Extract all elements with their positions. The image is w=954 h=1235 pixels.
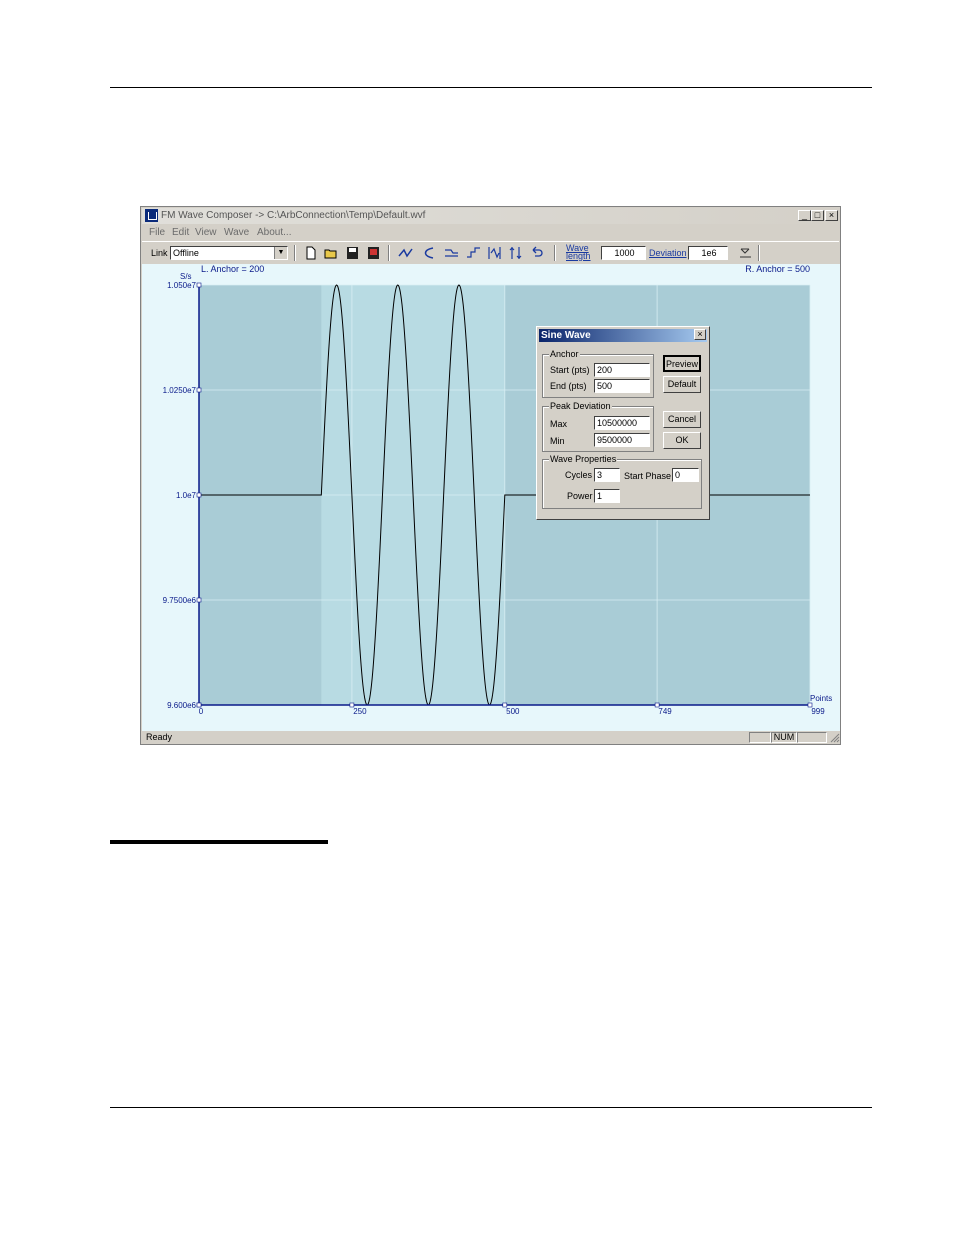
y-tick-label: 1.050e7 xyxy=(167,281,196,290)
x-tick-label: 0 xyxy=(199,707,204,716)
toolbar-separator xyxy=(388,245,390,261)
menu-bar: File Edit View Wave About... xyxy=(142,225,839,241)
wave-properties-label: Wave Properties xyxy=(549,454,618,464)
peak-deviation-group: Peak Deviation Max 10500000 Min 9500000 xyxy=(542,401,654,452)
num-indicator: NUM xyxy=(771,732,797,743)
chevron-down-icon[interactable]: ▼ xyxy=(274,247,287,259)
status-bar: Ready NUM xyxy=(142,731,840,744)
x-tick-label: 999 xyxy=(811,707,825,716)
power-label: Power xyxy=(567,491,593,501)
y-tick-label: 1.0250e7 xyxy=(163,386,197,395)
start-label: Start (pts) xyxy=(550,365,590,375)
toolbar-separator xyxy=(294,245,296,261)
link-select[interactable]: Offline ▼ xyxy=(170,246,288,260)
expand-icon[interactable] xyxy=(487,246,502,260)
cycles-input[interactable]: 3 xyxy=(594,468,620,482)
y-tick-label: 9.600e6 xyxy=(167,701,196,710)
wave-properties-group: Wave Properties Cycles 3 Start Phase 0 P… xyxy=(542,454,702,509)
min-input[interactable]: 9500000 xyxy=(594,433,650,447)
y-tick-label: 1.0e7 xyxy=(176,491,197,500)
max-label: Max xyxy=(550,419,568,429)
sine-wave-dialog: Sine Wave × Anchor Start (pts) 200 End (… xyxy=(536,326,710,520)
x-unit-label: Points xyxy=(810,694,832,703)
menu-wave[interactable]: Wave xyxy=(224,227,249,238)
max-input[interactable]: 10500000 xyxy=(594,416,650,430)
menu-view[interactable]: View xyxy=(195,227,217,238)
toolbar: Link Offline ▼ Wave length 1000 Deviatio… xyxy=(142,241,839,265)
app-window: FM Wave Composer -> C:\ArbConnection\Tem… xyxy=(140,206,841,745)
resize-grip-icon[interactable] xyxy=(830,733,840,743)
menu-file[interactable]: File xyxy=(149,227,165,238)
x-tick-label: 749 xyxy=(658,707,672,716)
anchor-group: Anchor Start (pts) 200 End (pts) 500 xyxy=(542,349,654,398)
save-icon[interactable] xyxy=(345,246,360,260)
peak-deviation-label: Peak Deviation xyxy=(549,401,612,411)
left-anchor-label: L. Anchor = 200 xyxy=(201,264,264,274)
open-folder-icon[interactable] xyxy=(324,246,339,260)
x-tick-label: 500 xyxy=(506,707,520,716)
preview-button[interactable]: Preview xyxy=(663,355,701,372)
step-icon[interactable] xyxy=(466,246,481,260)
header-rule xyxy=(110,87,872,88)
status-pane xyxy=(797,732,827,743)
cycles-label: Cycles xyxy=(565,470,593,480)
download-icon[interactable] xyxy=(366,246,381,260)
menu-about[interactable]: About... xyxy=(257,227,291,238)
y-tick-label: 9.7500e6 xyxy=(163,596,197,605)
footer-rule xyxy=(110,1107,872,1108)
menu-edit[interactable]: Edit xyxy=(172,227,189,238)
anchor-group-label: Anchor xyxy=(549,349,580,359)
close-button[interactable]: × xyxy=(825,210,838,221)
wave-length-label: Wave length xyxy=(566,243,591,261)
link-instrument-icon[interactable] xyxy=(738,246,753,260)
deviation-input[interactable]: 1e6 xyxy=(688,246,728,260)
undo-icon[interactable] xyxy=(529,246,544,260)
maximize-button[interactable]: □ xyxy=(811,210,824,221)
smooth-icon[interactable] xyxy=(421,246,436,260)
waveform-chart[interactable]: L. Anchor = 200 R. Anchor = 500 S/s Poin… xyxy=(142,264,840,731)
dialog-close-button[interactable]: × xyxy=(694,329,706,340)
waveform-plot[interactable]: L. Anchor = 200 R. Anchor = 500 S/s Poin… xyxy=(142,264,840,731)
new-file-icon[interactable] xyxy=(303,246,318,260)
link-label: Link xyxy=(151,248,168,258)
x-tick-label: 250 xyxy=(353,707,367,716)
end-label: End (pts) xyxy=(550,381,587,391)
cancel-button[interactable]: Cancel xyxy=(663,411,701,428)
dialog-title[interactable]: Sine Wave xyxy=(539,329,707,342)
start-phase-label: Start Phase xyxy=(624,471,672,481)
compress-icon[interactable] xyxy=(508,246,523,260)
y-tick-mark xyxy=(196,597,202,603)
link-select-value: Offline xyxy=(173,248,199,258)
minimize-button[interactable]: _ xyxy=(798,210,811,221)
start-input[interactable]: 200 xyxy=(594,363,650,377)
status-pane xyxy=(749,732,771,743)
deviation-label: Deviation xyxy=(649,248,687,258)
start-phase-input[interactable]: 0 xyxy=(672,468,699,482)
min-label: Min xyxy=(550,436,565,446)
title-bar[interactable]: FM Wave Composer -> C:\ArbConnection\Tem… xyxy=(142,208,839,224)
y-tick-mark xyxy=(196,282,202,288)
ok-button[interactable]: OK xyxy=(663,432,701,449)
app-icon xyxy=(145,209,158,222)
toolbar-separator xyxy=(758,245,760,261)
section-rule xyxy=(110,840,328,844)
wave-length-input[interactable]: 1000 xyxy=(601,246,646,260)
right-anchor-label: R. Anchor = 500 xyxy=(745,264,810,274)
toolbar-separator xyxy=(554,245,556,261)
power-input[interactable]: 1 xyxy=(594,489,620,503)
y-tick-mark xyxy=(196,492,202,498)
status-text: Ready xyxy=(146,732,173,742)
window-title: FM Wave Composer -> C:\ArbConnection\Tem… xyxy=(161,210,426,221)
y-unit-label: S/s xyxy=(180,272,192,281)
y-tick-mark xyxy=(196,387,202,393)
filter-icon[interactable] xyxy=(444,246,459,260)
draw-wave-icon[interactable] xyxy=(398,246,413,260)
end-input[interactable]: 500 xyxy=(594,379,650,393)
default-button[interactable]: Default xyxy=(663,376,701,393)
